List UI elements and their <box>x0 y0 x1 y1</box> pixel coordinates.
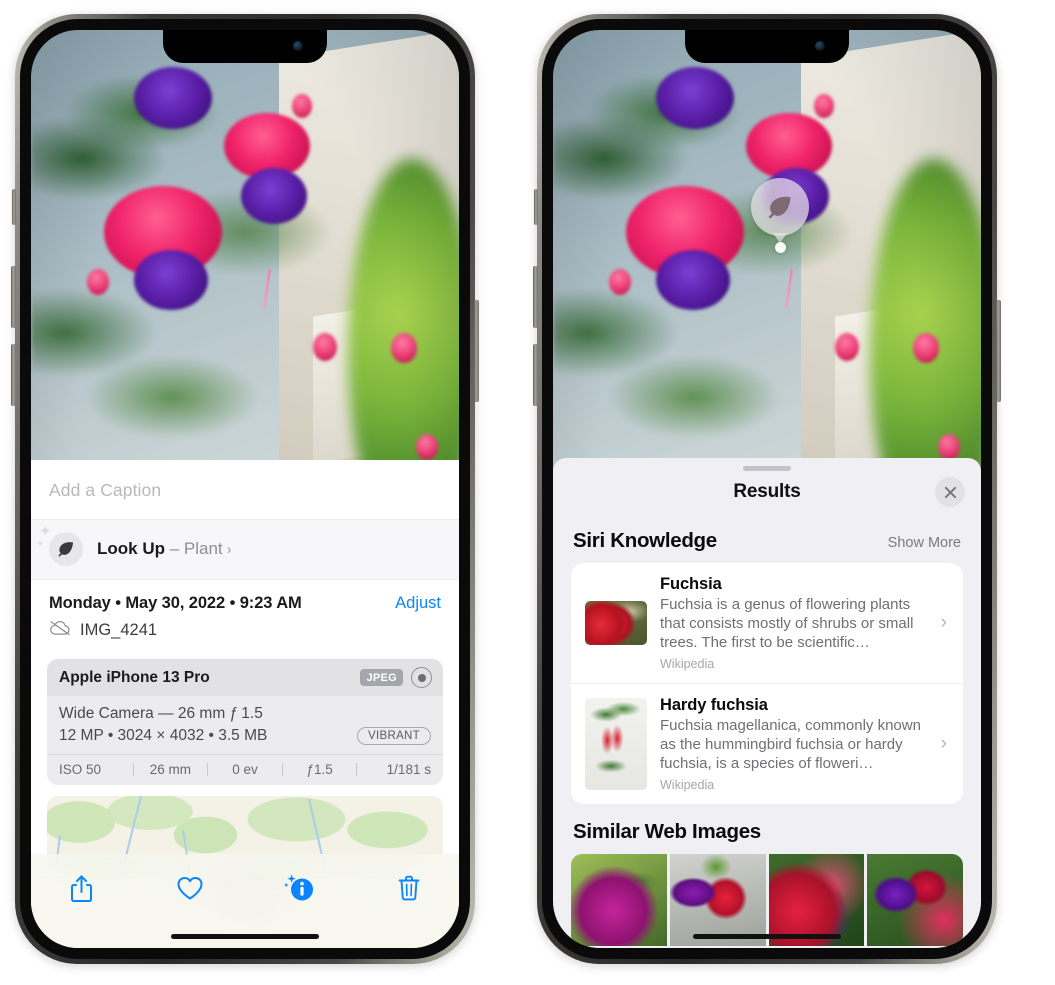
siri-knowledge-title: Siri Knowledge <box>573 529 717 552</box>
exif-aperture: ƒ1.5 <box>306 762 333 777</box>
front-camera-icon <box>293 41 303 51</box>
format-badge: JPEG <box>360 669 403 686</box>
photo-filename: IMG_4241 <box>80 621 158 639</box>
lens-info: Wide Camera — 26 mm ƒ 1.5 <box>59 705 263 722</box>
volume-up-button[interactable] <box>11 266 16 328</box>
right-phone-device: Results Siri Knowledge Show More Fuchsia… <box>533 14 1001 964</box>
result-title: Fuchsia <box>660 575 722 593</box>
sparkle-icon: ✦ <box>39 523 52 540</box>
look-up-text: Look Up <box>97 539 165 558</box>
result-thumbnail <box>585 698 647 791</box>
chevron-right-icon: › <box>226 541 232 558</box>
exif-shutter-speed: 1/181 s <box>386 762 431 777</box>
look-up-label: Look Up – Plant › <box>97 539 232 559</box>
exif-card: Apple iPhone 13 Pro JPEG Wide Camera — 2… <box>47 659 443 785</box>
list-item[interactable]: Hardy fuchsia Fuchsia magellanica, commo… <box>571 683 963 804</box>
left-phone-screen: Add a Caption ✦ ✦ Look Up – Plant › Mond… <box>31 30 459 948</box>
look-up-dash: – <box>165 539 184 558</box>
photo-metadata-block: Monday • May 30, 2022 • 9:23 AM Adjust I… <box>31 579 459 649</box>
result-source: Wikipedia <box>660 657 715 672</box>
leaf-icon[interactable] <box>751 178 809 243</box>
home-indicator[interactable] <box>171 934 319 939</box>
silent-switch[interactable] <box>534 189 538 225</box>
camera-device-name: Apple iPhone 13 Pro <box>59 668 210 686</box>
volume-up-button[interactable] <box>533 266 538 328</box>
close-button[interactable] <box>935 477 965 507</box>
list-item[interactable]: Fuchsia Fuchsia is a genus of flowering … <box>571 563 963 683</box>
show-more-button[interactable]: Show More <box>888 535 961 551</box>
lookup-anchor-dot <box>775 242 786 253</box>
cloud-slash-icon <box>49 620 71 641</box>
exif-exposure-value: 0 ev <box>232 762 258 777</box>
results-sheet: Results Siri Knowledge Show More Fuchsia… <box>553 458 981 948</box>
volume-down-button[interactable] <box>533 344 538 406</box>
power-button[interactable] <box>474 300 479 402</box>
home-indicator[interactable] <box>693 934 841 939</box>
siri-knowledge-header: Siri Knowledge Show More <box>553 513 981 563</box>
left-phone-bezel: Add a Caption ✦ ✦ Look Up – Plant › Mond… <box>20 19 470 959</box>
notch <box>163 30 327 63</box>
favorite-button[interactable] <box>170 868 210 908</box>
share-button[interactable] <box>61 868 101 908</box>
right-phone-screen: Results Siri Knowledge Show More Fuchsia… <box>553 30 981 948</box>
result-source: Wikipedia <box>660 778 715 793</box>
exif-iso: ISO 50 <box>59 762 102 777</box>
similar-image-thumbnail[interactable] <box>571 854 667 947</box>
volume-down-button[interactable] <box>11 344 16 406</box>
silent-switch[interactable] <box>12 189 16 225</box>
caption-input[interactable]: Add a Caption <box>31 460 459 519</box>
adjust-button[interactable]: Adjust <box>395 594 441 613</box>
siri-knowledge-card: Fuchsia Fuchsia is a genus of flowering … <box>571 563 963 805</box>
similar-image-thumbnail[interactable] <box>768 854 865 947</box>
left-phone-device: Add a Caption ✦ ✦ Look Up – Plant › Mond… <box>11 14 479 964</box>
info-button[interactable] <box>280 868 320 908</box>
exif-focal-length: 26 mm <box>149 762 192 777</box>
result-thumbnail <box>585 601 647 646</box>
power-button[interactable] <box>996 300 1001 402</box>
raw-circle-icon <box>411 667 432 688</box>
photo-date: Monday • May 30, 2022 • 9:23 AM <box>49 594 302 612</box>
photographic-style-badge: VIBRANT <box>357 727 431 745</box>
chevron-right-icon: › <box>940 612 947 634</box>
delete-button[interactable] <box>389 868 429 908</box>
right-phone-bezel: Results Siri Knowledge Show More Fuchsia… <box>542 19 992 959</box>
leaf-icon: ✦ ✦ <box>36 524 83 566</box>
exif-stats-row: ISO 50 26 mm 0 ev ƒ1.5 1/181 s <box>47 754 443 785</box>
chevron-right-icon: › <box>940 733 947 755</box>
front-camera-icon <box>815 41 825 51</box>
similar-image-thumbnail[interactable] <box>669 854 766 947</box>
result-description: Fuchsia magellanica, commonly known as t… <box>660 717 921 773</box>
similar-image-thumbnail[interactable] <box>867 854 963 947</box>
sparkle-small-icon: ✦ <box>36 539 45 550</box>
result-description: Fuchsia is a genus of flowering plants t… <box>660 596 914 652</box>
similar-web-images-strip <box>571 854 963 947</box>
look-up-plant-row[interactable]: ✦ ✦ Look Up – Plant › <box>31 519 459 579</box>
similar-web-images-title: Similar Web Images <box>573 820 761 844</box>
screenshot-stage: Add a Caption ✦ ✦ Look Up – Plant › Mond… <box>0 0 1055 985</box>
resolution-and-size: 12 MP • 3024 × 4032 • 3.5 MB <box>59 727 268 744</box>
look-up-subject: Plant <box>183 539 223 558</box>
similar-web-images-header: Similar Web Images <box>553 804 981 854</box>
notch <box>685 30 849 63</box>
results-title: Results <box>733 481 801 502</box>
result-title: Hardy fuchsia <box>660 696 768 715</box>
